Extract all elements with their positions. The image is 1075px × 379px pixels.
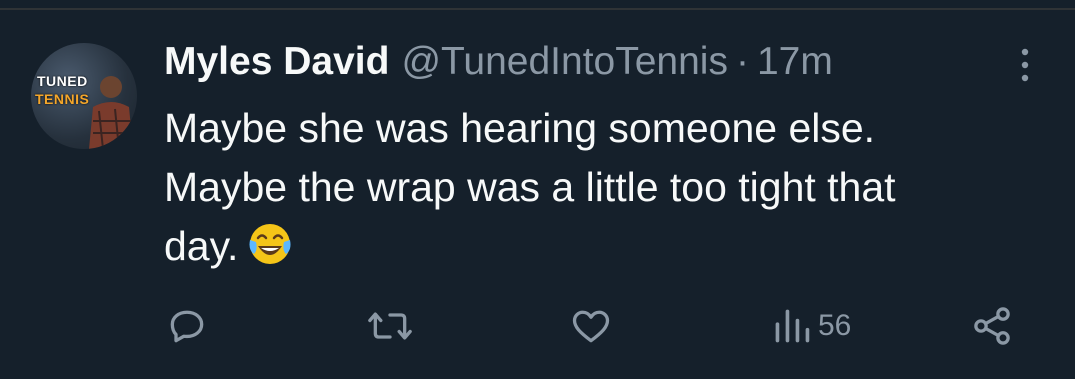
tweet-text-line-3-text: day. xyxy=(164,223,239,269)
retweet-icon xyxy=(368,312,412,340)
tweet-text-line-3: day. xyxy=(164,217,1044,276)
views-button[interactable]: 56 xyxy=(772,302,851,350)
top-divider xyxy=(0,0,1075,10)
tweet-text-line-1: Maybe she was hearing someone else. xyxy=(164,105,876,151)
tweet-text-line-2: Maybe the wrap was a little too tight th… xyxy=(164,164,896,210)
avatar-person-figure xyxy=(89,76,133,149)
more-options-icon[interactable] xyxy=(1015,46,1035,84)
author-handle[interactable]: @TunedIntoTennis xyxy=(401,40,728,84)
header-separator: · xyxy=(735,40,749,83)
views-count: 56 xyxy=(818,309,852,342)
reply-icon xyxy=(170,310,204,343)
reply-button[interactable] xyxy=(165,302,209,350)
share-button[interactable] xyxy=(970,302,1014,350)
avatar-logo-bottom-text: TENNIS xyxy=(35,91,90,107)
avatar[interactable]: TUNED TENNIS xyxy=(31,43,137,149)
avatar-logo-top-text: TUNED xyxy=(37,73,88,89)
tweet-header: Myles David @TunedIntoTennis · 17m xyxy=(164,40,833,88)
like-button[interactable] xyxy=(569,302,613,350)
views-icon xyxy=(775,309,810,343)
share-icon xyxy=(974,307,1010,345)
tweet-text: Maybe she was hearing someone else. Mayb… xyxy=(164,99,1044,276)
tweet-action-bar: 56 xyxy=(0,302,1075,350)
face-with-tears-of-joy-icon xyxy=(249,224,291,264)
tweet-timestamp[interactable]: 17m xyxy=(757,40,833,84)
author-display-name[interactable]: Myles David xyxy=(164,40,389,84)
heart-icon xyxy=(572,310,610,343)
retweet-button[interactable] xyxy=(366,302,414,350)
